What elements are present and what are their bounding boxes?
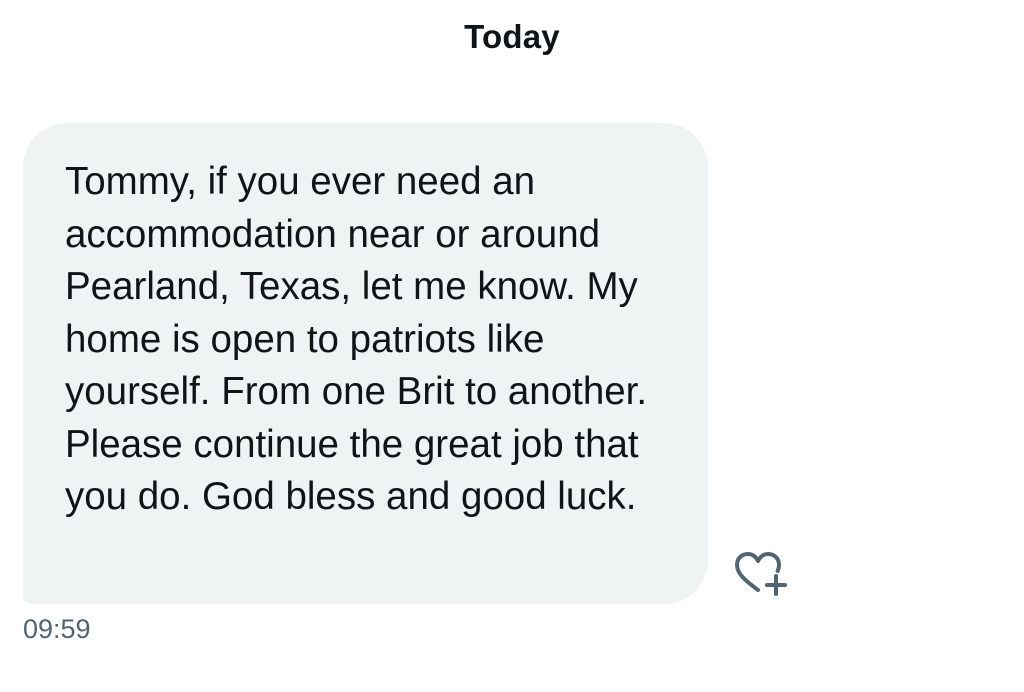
message-text: Tommy, if you ever need an accommodation…	[65, 160, 648, 518]
heart-plus-icon	[728, 548, 792, 600]
add-reaction-button[interactable]	[728, 548, 792, 600]
message-timestamp: 09:59	[23, 614, 91, 644]
message-bubble[interactable]: Tommy, if you ever need an accommodation…	[23, 123, 708, 604]
date-divider: Today	[464, 18, 560, 55]
